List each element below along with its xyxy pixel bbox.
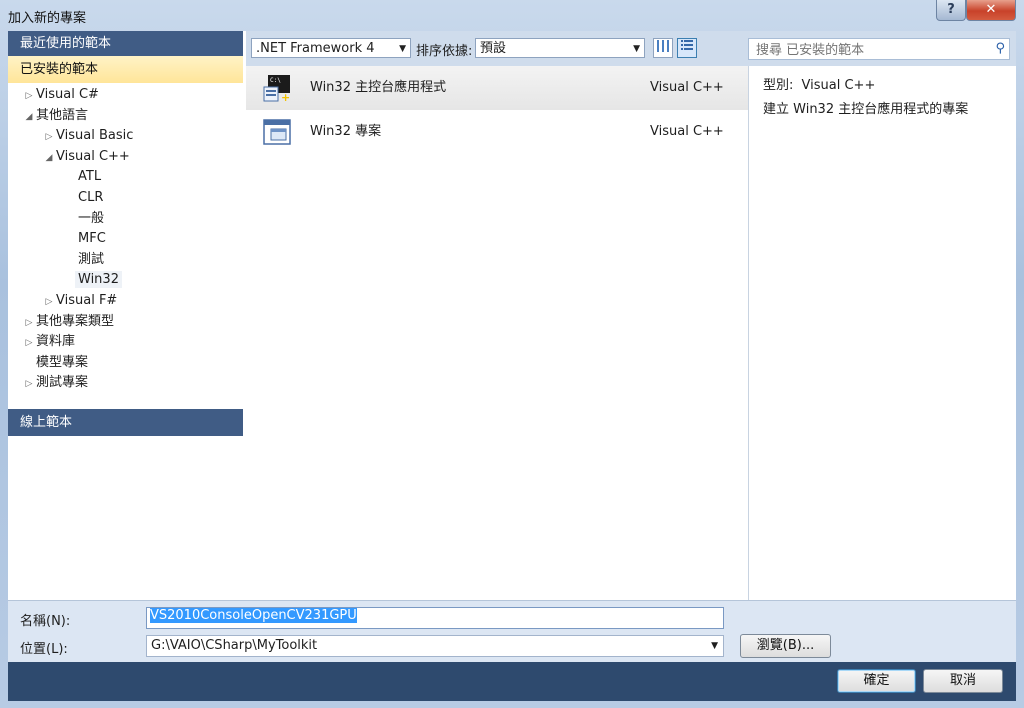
- chevron-down-icon: ▼: [633, 44, 640, 54]
- tree-item-label: 一般: [78, 210, 105, 226]
- template-details: 型別: Visual C++ 建立 Win32 主控台應用程式的專案: [749, 66, 1016, 600]
- tree-item[interactable]: Win32: [8, 270, 243, 291]
- tree-item[interactable]: CLR: [8, 188, 243, 209]
- tree-item-label: MFC: [78, 231, 106, 247]
- win32-project-icon: [263, 119, 291, 145]
- framework-select[interactable]: .NET Framework 4 ▼: [251, 38, 411, 58]
- console-app-icon: C:\ +: [263, 75, 290, 103]
- framework-select-value: .NET Framework 4: [256, 41, 375, 56]
- template-language: Visual C++: [650, 124, 724, 139]
- installed-templates-header[interactable]: 已安裝的範本: [8, 56, 243, 83]
- search-input[interactable]: [754, 40, 988, 60]
- expand-arrow-icon[interactable]: ▷: [22, 333, 36, 354]
- template-name: Win32 主控台應用程式: [310, 80, 447, 95]
- tree-item-label: 測試: [78, 251, 105, 267]
- template-item-win32-console[interactable]: C:\ + Win32 主控台應用程式 Visual C++: [246, 66, 748, 110]
- template-language: Visual C++: [650, 80, 724, 95]
- tree-item[interactable]: ▷ 資料庫: [8, 332, 243, 353]
- online-templates-header[interactable]: 線上範本: [8, 409, 243, 436]
- project-name-value: VS2010ConsoleOpenCV231GPU: [150, 608, 357, 623]
- tree-item-label: 資料庫: [36, 334, 76, 350]
- tree-item-label: Win32: [75, 271, 122, 289]
- cancel-button[interactable]: 取消: [923, 669, 1003, 693]
- expand-arrow-icon[interactable]: ▷: [22, 313, 36, 334]
- dialog-client: 最近使用的範本 已安裝的範本 ▷ Visual C# ◢ 其他語言 ▷ Visual Ba…: [8, 31, 1016, 701]
- search-box[interactable]: ⚲: [748, 38, 1010, 60]
- tree-item-label: Visual C++: [56, 148, 130, 164]
- template-tree: ▷ Visual C# ◢ 其他語言 ▷ Visual Basic ◢ Visual C++ A…: [8, 83, 243, 394]
- sort-label: 排序依據:: [416, 44, 473, 59]
- tree-item[interactable]: ▷ 測試專案: [8, 373, 243, 394]
- tree-item-label: CLR: [78, 189, 104, 205]
- chevron-down-icon: ▼: [399, 44, 406, 54]
- browse-button[interactable]: 瀏覽(B)...: [740, 634, 831, 658]
- tree-item[interactable]: ATL: [8, 167, 243, 188]
- sort-select-value: 預設: [480, 41, 507, 56]
- close-button[interactable]: ✕: [966, 0, 1016, 21]
- tree-item[interactable]: ▷ Visual F#: [8, 291, 243, 312]
- tree-item[interactable]: 測試: [8, 250, 243, 271]
- tree-item-label: 其他專案類型: [36, 313, 115, 329]
- svg-text:C:\: C:\: [270, 77, 281, 84]
- small-icons-view-button[interactable]: [677, 38, 697, 58]
- type-value: Visual C++: [801, 78, 876, 93]
- svg-text:+: +: [281, 91, 290, 103]
- expand-arrow-icon[interactable]: ▷: [42, 292, 56, 313]
- location-combobox[interactable]: G:\VAIO\CSharp\MyToolkit ▼: [146, 635, 724, 657]
- tree-item[interactable]: MFC: [8, 229, 243, 250]
- tree-item[interactable]: ▷ Visual Basic: [8, 126, 243, 147]
- tree-item-label: Visual C#: [36, 87, 99, 102]
- sort-select[interactable]: 預設 ▼: [475, 38, 645, 58]
- template-categories-pane: 最近使用的範本 已安裝的範本 ▷ Visual C# ◢ 其他語言 ▷ Visual Ba…: [8, 31, 243, 600]
- toolbar: .NET Framework 4 ▼ 排序依據: 預設 ▼ 搜尋 已安裝的範本 …: [246, 31, 1016, 66]
- collapse-arrow-icon[interactable]: ◢: [22, 107, 36, 128]
- chevron-down-icon[interactable]: ▼: [711, 636, 718, 656]
- tree-item-label: 模型專案: [36, 354, 89, 370]
- expand-arrow-icon[interactable]: ▷: [22, 86, 36, 107]
- list-view-icon: [681, 40, 693, 50]
- template-name: Win32 專案: [310, 124, 382, 139]
- template-list: C:\ + Win32 主控台應用程式 Visual C++ Win32 專案: [246, 66, 749, 600]
- name-label: 名稱(N):: [20, 614, 71, 629]
- type-label: 型別:: [763, 78, 794, 93]
- location-value: G:\VAIO\CSharp\MyToolkit: [151, 638, 318, 653]
- medium-icons-view-button[interactable]: [653, 38, 673, 58]
- ok-button[interactable]: 確定: [837, 669, 916, 693]
- tree-item-label: Visual Basic: [56, 128, 134, 144]
- collapse-arrow-icon[interactable]: ◢: [42, 148, 56, 169]
- tree-item[interactable]: 一般: [8, 209, 243, 230]
- tree-item[interactable]: ▷ Visual C#: [8, 85, 243, 106]
- recent-templates-header[interactable]: 最近使用的範本: [8, 31, 243, 56]
- grid-view-icon: [657, 40, 669, 52]
- title-bar: 加入新的專案 ? ✕: [0, 0, 1024, 30]
- location-label: 位置(L):: [20, 642, 68, 657]
- help-button[interactable]: ?: [936, 0, 966, 21]
- expand-arrow-icon[interactable]: ▷: [42, 127, 56, 148]
- project-name-input[interactable]: VS2010ConsoleOpenCV231GPU: [146, 607, 724, 629]
- tree-item-label: 其他語言: [36, 107, 89, 123]
- expand-arrow-icon[interactable]: ▷: [22, 374, 36, 395]
- tree-item[interactable]: ▷ 其他專案類型: [8, 312, 243, 333]
- tree-item[interactable]: 模型專案: [8, 353, 243, 374]
- tree-item-label: Visual F#: [56, 292, 118, 308]
- window-title: 加入新的專案: [8, 11, 87, 26]
- project-form: 名稱(N): VS2010ConsoleOpenCV231GPU 位置(L): …: [8, 600, 1016, 663]
- template-description: 建立 Win32 主控台應用程式的專案: [763, 102, 969, 117]
- search-icon[interactable]: ⚲: [995, 41, 1005, 56]
- tree-item-label: ATL: [78, 169, 102, 185]
- template-item-win32-project[interactable]: Win32 專案 Visual C++: [246, 110, 748, 154]
- tree-item-label: 測試專案: [36, 375, 89, 391]
- template-type: 型別: Visual C++: [763, 74, 875, 93]
- tree-item[interactable]: ◢ Visual C++: [8, 147, 243, 168]
- dialog-window: 加入新的專案 ? ✕ 最近使用的範本 已安裝的範本 ▷ Visual C# ◢ 其他語…: [0, 0, 1024, 708]
- tree-item[interactable]: ◢ 其他語言: [8, 106, 243, 127]
